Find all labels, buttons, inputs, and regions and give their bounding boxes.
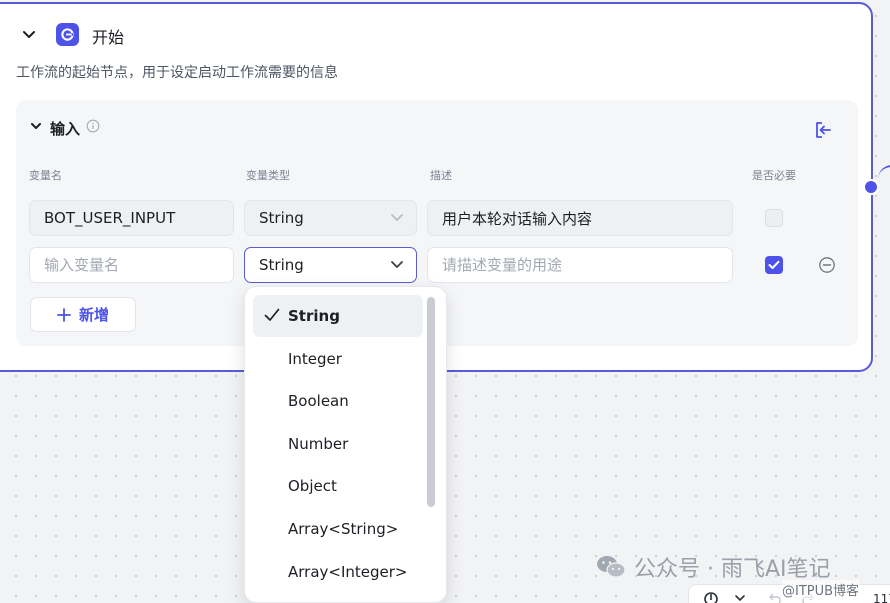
output-port[interactable] [863, 179, 879, 195]
chevron-down-icon[interactable] [734, 594, 746, 602]
credit-text: @ITPUB博客 [782, 580, 860, 599]
dropdown-option-label: Boolean [288, 392, 349, 410]
watermark-text: 公众号 · 雨飞AI笔记 [634, 557, 831, 582]
variable-type-value: String [259, 209, 304, 227]
chevron-down-icon [391, 261, 403, 268]
variable-desc-value: 用户本轮对话输入内容 [442, 209, 593, 228]
dropdown-scrollbar[interactable] [427, 297, 435, 507]
required-checkbox[interactable] [765, 256, 783, 274]
import-icon[interactable] [813, 120, 833, 140]
dropdown-option-label: Array<String> [288, 520, 399, 538]
variable-name-field: BOT_USER_INPUT [29, 200, 234, 236]
chevron-down-icon [31, 122, 41, 129]
dropdown-option-string[interactable]: String [253, 295, 423, 337]
dropdown-option-number[interactable]: Number [253, 423, 423, 465]
dropdown-option-boolean[interactable]: Boolean [253, 380, 423, 422]
watermark: 公众号 · 雨飞AI笔记 [596, 551, 831, 583]
input-section-title: 输入 [50, 120, 81, 138]
variable-name-input[interactable] [29, 247, 234, 283]
check-icon [768, 260, 780, 269]
chevron-down-icon [23, 31, 35, 38]
variable-desc-text-input[interactable] [442, 248, 732, 282]
variable-name-text-input[interactable] [44, 248, 233, 282]
required-checkbox [765, 209, 783, 227]
info-icon[interactable] [86, 119, 100, 133]
undo-icon[interactable] [769, 592, 783, 603]
variable-type-select[interactable]: String [244, 247, 417, 283]
dropdown-option-label: Integer [288, 350, 342, 368]
start-icon [56, 23, 79, 46]
minus-circle-icon[interactable] [818, 256, 836, 274]
dropdown-option-label: String [288, 307, 340, 325]
add-variable-button[interactable]: 新增 [30, 297, 136, 332]
variable-type-value: String [259, 256, 304, 274]
input-collapse-button[interactable] [28, 118, 44, 134]
dropdown-option-integer[interactable]: Integer [253, 338, 423, 380]
col-header-name: 变量名 [29, 169, 62, 182]
col-header-desc: 描述 [430, 169, 452, 182]
col-header-required: 是否必要 [752, 169, 796, 182]
dropdown-option-array-integer[interactable]: Array<Integer> [253, 551, 423, 593]
chevron-down-icon [391, 214, 403, 221]
dropdown-option-label: Array<Integer> [288, 563, 408, 581]
zoom-level[interactable]: 117 [873, 592, 890, 603]
add-variable-label: 新增 [78, 306, 109, 324]
variable-desc-field: 用户本轮对话输入内容 [427, 200, 733, 236]
col-header-type: 变量类型 [246, 169, 290, 182]
node-title: 开始 [92, 28, 125, 47]
check-icon [264, 308, 280, 321]
plus-icon [57, 307, 71, 322]
dropdown-option-array-string[interactable]: Array<String> [253, 508, 423, 550]
dropdown-option-object[interactable]: Object [253, 465, 423, 507]
variable-type-select: String [244, 200, 417, 236]
connection-line [878, 165, 890, 189]
dropdown-option-label: Number [288, 435, 349, 453]
dropdown-option-label: Object [288, 477, 337, 495]
variable-name-value: BOT_USER_INPUT [44, 209, 176, 227]
variable-desc-input[interactable] [427, 247, 733, 283]
node-collapse-button[interactable] [20, 26, 38, 44]
cursor-mode-icon[interactable] [703, 591, 719, 603]
wechat-icon [597, 556, 626, 578]
node-description: 工作流的起始节点，用于设定启动工作流需要的信息 [16, 65, 338, 81]
